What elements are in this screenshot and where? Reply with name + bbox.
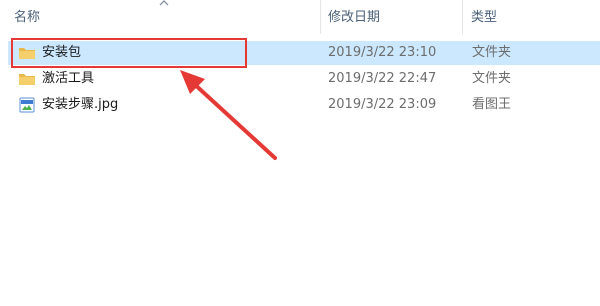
annotation-arrow-icon	[180, 70, 277, 160]
